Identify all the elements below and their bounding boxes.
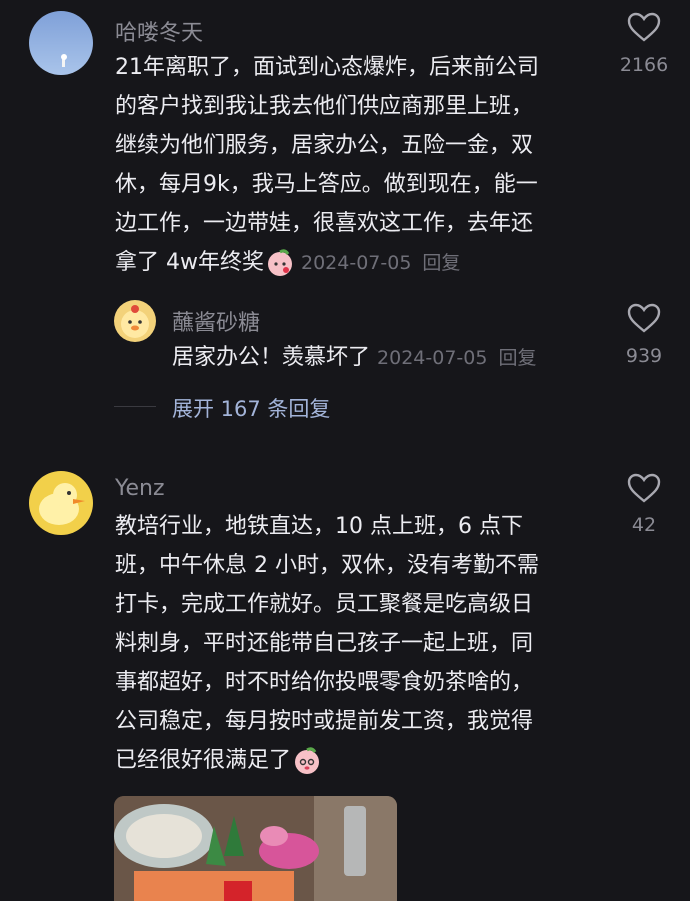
comment-line: 事都超好，时不时给你投喂零食奶茶啥的， bbox=[115, 670, 534, 695]
avatar-duck-icon bbox=[39, 483, 85, 525]
comment-line: 打卡，完成工作就好。员工聚餐是吃高级日 bbox=[115, 592, 534, 617]
heart-icon bbox=[627, 12, 661, 42]
avatar-figure-icon bbox=[61, 54, 67, 67]
divider bbox=[114, 406, 156, 407]
comment-line: 继续为他们服务，居家办公，五险一金，双 bbox=[115, 133, 534, 158]
comment-date: 2024-07-05 bbox=[300, 252, 412, 274]
like-button[interactable] bbox=[627, 473, 661, 507]
reply-button[interactable]: 回复 bbox=[422, 252, 460, 274]
reply-username[interactable]: 蘸酱砂糖 bbox=[172, 305, 260, 337]
heart-icon bbox=[627, 303, 661, 333]
comment-body: 教培行业，地铁直达，10 点上班，6 点下 班，中午休息 2 小时，双休，没有考… bbox=[115, 507, 605, 780]
comment-photo[interactable] bbox=[114, 796, 397, 901]
comment-line-text: 拿了 4w年终奖 bbox=[115, 250, 264, 275]
sashimi-photo-image bbox=[114, 796, 397, 901]
comment-line: 休，每月9k，我马上答应。做到现在，能一 bbox=[115, 172, 538, 197]
like-button[interactable] bbox=[627, 12, 661, 46]
peach-emoji-icon bbox=[266, 249, 294, 277]
reply-button[interactable]: 回复 bbox=[498, 347, 536, 369]
comment-line-text: 已经很好很满足了 bbox=[115, 748, 292, 773]
comment-line: 的客户找到我让我去他们供应商那里上班， bbox=[115, 94, 534, 119]
reply-body: 居家办公！羡慕坏了 2024-07-05 回复 bbox=[172, 338, 536, 378]
comment-line: 班，中午休息 2 小时，双休，没有考勤不需 bbox=[115, 553, 539, 578]
avatar[interactable] bbox=[29, 11, 93, 75]
like-button[interactable] bbox=[627, 303, 661, 337]
comment-line: 公司稳定，每月按时或提前发工资，我觉得 bbox=[115, 709, 534, 734]
avatar[interactable] bbox=[29, 471, 93, 535]
comment-line: 拿了 4w年终奖 2024-07-05 回复 bbox=[115, 243, 605, 283]
reply-text: 居家办公！羡慕坏了 bbox=[172, 345, 371, 370]
like-count: 42 bbox=[631, 514, 657, 536]
comment-username[interactable]: Yenz bbox=[115, 476, 165, 501]
peach-emoji-icon bbox=[293, 747, 321, 775]
like-count: 2166 bbox=[619, 54, 669, 76]
avatar[interactable] bbox=[114, 300, 156, 342]
heart-icon bbox=[627, 473, 661, 503]
comment-line: 已经很好很满足了 bbox=[115, 741, 605, 780]
comment-body: 21年离职了，面试到心态爆炸，后来前公司 的客户找到我让我去他们供应商那里上班，… bbox=[115, 48, 605, 283]
expand-replies-button[interactable]: 展开 167 条回复 bbox=[172, 393, 330, 423]
avatar-chick-icon bbox=[121, 305, 149, 338]
comment-username[interactable]: 哈喽冬天 bbox=[115, 15, 203, 47]
comment-line: 边工作，一边带娃，很喜欢这工作，去年还 bbox=[115, 211, 534, 236]
comment-line: 料刺身，平时还能带自己孩子一起上班，同 bbox=[115, 631, 534, 656]
comment-line: 教培行业，地铁直达，10 点上班，6 点下 bbox=[115, 514, 523, 539]
like-count: 939 bbox=[625, 345, 663, 367]
comment-line: 21年离职了，面试到心态爆炸，后来前公司 bbox=[115, 55, 539, 80]
reply-date: 2024-07-05 bbox=[377, 347, 488, 369]
